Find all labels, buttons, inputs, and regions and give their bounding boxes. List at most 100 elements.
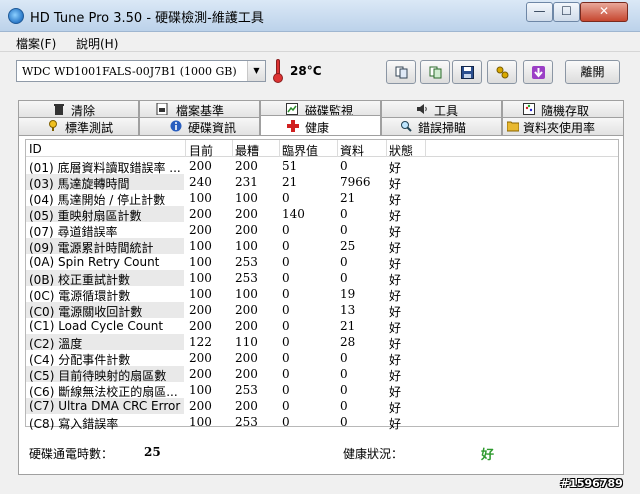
table-row[interactable]: (0C) 電源循環計數 100 100 0 19 好 bbox=[26, 286, 426, 303]
tab-folder-usage[interactable]: 資料夾使用率 bbox=[502, 117, 624, 135]
table-row[interactable]: (C7) Ultra DMA CRC Error ... 200 200 0 0 好 bbox=[26, 398, 426, 415]
row-threshold: 0 bbox=[282, 367, 290, 381]
row-worst: 231 bbox=[235, 175, 258, 189]
col-current[interactable]: 目前 bbox=[189, 142, 213, 158]
row-id: (C7) Ultra DMA CRC Error ... bbox=[29, 399, 185, 413]
table-row[interactable]: (C2) 溫度 122 110 0 28 好 bbox=[26, 334, 426, 351]
summary-bar: 硬碟通電時數： 25 健康狀況： 好 bbox=[25, 439, 619, 465]
title-bar[interactable]: HD Tune Pro 3.50 - 硬碟檢測-維護工具 — ☐ ✕ bbox=[0, 0, 640, 32]
row-data: 0 bbox=[340, 415, 348, 429]
table-row[interactable]: (03) 馬達旋轉時間 240 231 21 7966 好 bbox=[26, 174, 426, 191]
row-threshold: 0 bbox=[282, 415, 290, 429]
menu-bar: 檔案(F) 說明(H) bbox=[0, 32, 640, 52]
copy-text-button[interactable] bbox=[420, 60, 450, 84]
random-access-icon bbox=[523, 103, 535, 115]
exit-button[interactable]: 離開 bbox=[565, 60, 620, 84]
tab-random-access[interactable]: 隨機存取 bbox=[502, 100, 624, 118]
save-button[interactable] bbox=[452, 60, 482, 84]
row-data: 0 bbox=[340, 399, 348, 413]
watermark: #1596789 bbox=[560, 477, 623, 490]
table-row[interactable]: (0B) 校正重試計數 100 253 0 0 好 bbox=[26, 270, 426, 287]
row-worst: 200 bbox=[235, 351, 258, 365]
download-icon bbox=[532, 66, 545, 79]
menu-file[interactable]: 檔案(F) bbox=[16, 35, 56, 52]
row-threshold: 0 bbox=[282, 351, 290, 365]
app-logo-icon bbox=[8, 8, 24, 24]
thermometer-icon bbox=[273, 59, 283, 83]
window-title: HD Tune Pro 3.50 - 硬碟檢測-維護工具 bbox=[30, 11, 264, 26]
row-data: 0 bbox=[340, 159, 348, 173]
tab-erase[interactable]: 清除 bbox=[18, 100, 139, 118]
tab-erase-label: 清除 bbox=[71, 104, 96, 118]
table-row[interactable]: (0A) Spin Retry Count 100 253 0 0 好 bbox=[26, 254, 426, 271]
tab-error-scan-label: 錯誤掃瞄 bbox=[418, 121, 467, 135]
tab-drive-info-label: 硬碟資訊 bbox=[188, 121, 237, 135]
row-current: 200 bbox=[189, 303, 212, 317]
row-threshold: 140 bbox=[282, 207, 305, 221]
col-id[interactable]: ID bbox=[29, 142, 42, 156]
col-data[interactable]: 資料 bbox=[340, 142, 364, 158]
col-status[interactable]: 狀態 bbox=[389, 142, 413, 158]
table-row[interactable]: (C0) 電源關收回計數 200 200 0 13 好 bbox=[26, 302, 426, 319]
row-worst: 110 bbox=[235, 335, 258, 349]
save-icon bbox=[461, 66, 474, 79]
row-data: 25 bbox=[340, 239, 356, 253]
close-button[interactable]: ✕ bbox=[580, 2, 628, 22]
table-row[interactable]: (C1) Load Cycle Count 200 200 0 21 好 bbox=[26, 318, 426, 335]
row-current: 200 bbox=[189, 367, 212, 381]
row-threshold: 0 bbox=[282, 191, 290, 205]
tab-tools[interactable]: 工具 bbox=[381, 100, 502, 118]
row-data: 0 bbox=[340, 367, 348, 381]
table-row[interactable]: (07) 尋道錯誤率 200 200 0 0 好 bbox=[26, 222, 426, 239]
smart-table[interactable]: ID 目前 最糟 臨界值 資料 狀態 (01) 底層資料讀取錯誤率 ... 200… bbox=[25, 139, 619, 431]
copy-button[interactable] bbox=[386, 60, 416, 84]
row-current: 200 bbox=[189, 223, 212, 237]
row-current: 200 bbox=[189, 319, 212, 333]
table-row[interactable]: (C6) 斷線無法校正的扇區... 100 253 0 0 好 bbox=[26, 382, 426, 399]
maximize-button[interactable]: ☐ bbox=[553, 2, 580, 22]
tab-error-scan[interactable]: 錯誤掃瞄 bbox=[381, 117, 502, 135]
col-worst[interactable]: 最糟 bbox=[235, 142, 259, 158]
trash-icon bbox=[53, 103, 65, 115]
table-row[interactable]: (C8) 寫入錯誤率 100 253 0 0 好 bbox=[26, 414, 426, 431]
row-current: 100 bbox=[189, 239, 212, 253]
row-current: 122 bbox=[189, 335, 212, 349]
tab-benchmark-label: 標準測試 bbox=[65, 121, 114, 135]
tab-tools-label: 工具 bbox=[434, 104, 459, 118]
row-threshold: 51 bbox=[282, 159, 298, 173]
table-row[interactable]: (05) 重映射扇區計數 200 200 140 0 好 bbox=[26, 206, 426, 223]
row-current: 100 bbox=[189, 287, 212, 301]
tab-random-access-label: 隨機存取 bbox=[541, 104, 590, 118]
row-threshold: 0 bbox=[282, 271, 290, 285]
menu-help[interactable]: 說明(H) bbox=[76, 35, 118, 52]
table-row[interactable]: (C4) 分配事件計數 200 200 0 0 好 bbox=[26, 350, 426, 367]
copy-icon bbox=[395, 66, 408, 79]
copy-text-icon bbox=[429, 66, 442, 79]
table-row[interactable]: (C5) 目前待映射的扇區數 200 200 0 0 好 bbox=[26, 366, 426, 383]
temperature-readout: 28°C bbox=[290, 64, 322, 78]
col-threshold[interactable]: 臨界值 bbox=[282, 142, 318, 158]
row-worst: 200 bbox=[235, 303, 258, 317]
table-row[interactable]: (09) 電源累計時間統計 100 100 0 25 好 bbox=[26, 238, 426, 255]
download-button[interactable] bbox=[523, 60, 553, 84]
row-worst: 253 bbox=[235, 415, 258, 429]
row-data: 7966 bbox=[340, 175, 371, 189]
row-worst: 100 bbox=[235, 239, 258, 253]
row-data: 13 bbox=[340, 303, 356, 317]
tab-file-benchmark[interactable]: 檔案基準 bbox=[139, 100, 260, 118]
tab-folder-usage-label: 資料夾使用率 bbox=[523, 121, 596, 135]
options-button[interactable] bbox=[487, 60, 517, 84]
table-row[interactable]: (04) 馬達開始 / 停止計數 100 100 0 21 好 bbox=[26, 190, 426, 207]
drive-select[interactable]: WDC WD1001FALS-00J7B1 (1000 GB) ▼ bbox=[16, 60, 266, 82]
table-row[interactable]: (01) 底層資料讀取錯誤率 ... 200 200 51 0 好 bbox=[26, 158, 426, 175]
health-panel: ID 目前 最糟 臨界值 資料 狀態 (01) 底層資料讀取錯誤率 ... 200… bbox=[18, 135, 624, 475]
tab-drive-info[interactable]: 硬碟資訊 bbox=[139, 117, 260, 135]
tab-health[interactable]: 健康 bbox=[260, 115, 381, 135]
minimize-button[interactable]: — bbox=[526, 2, 553, 22]
row-worst: 253 bbox=[235, 271, 258, 285]
chevron-down-icon[interactable]: ▼ bbox=[247, 61, 265, 81]
tab-benchmark[interactable]: 標準測試 bbox=[18, 117, 139, 135]
client-area: WDC WD1001FALS-00J7B1 (1000 GB) ▼ 28°C 離… bbox=[0, 52, 640, 482]
folder-icon bbox=[506, 120, 520, 132]
row-data: 0 bbox=[340, 383, 348, 397]
